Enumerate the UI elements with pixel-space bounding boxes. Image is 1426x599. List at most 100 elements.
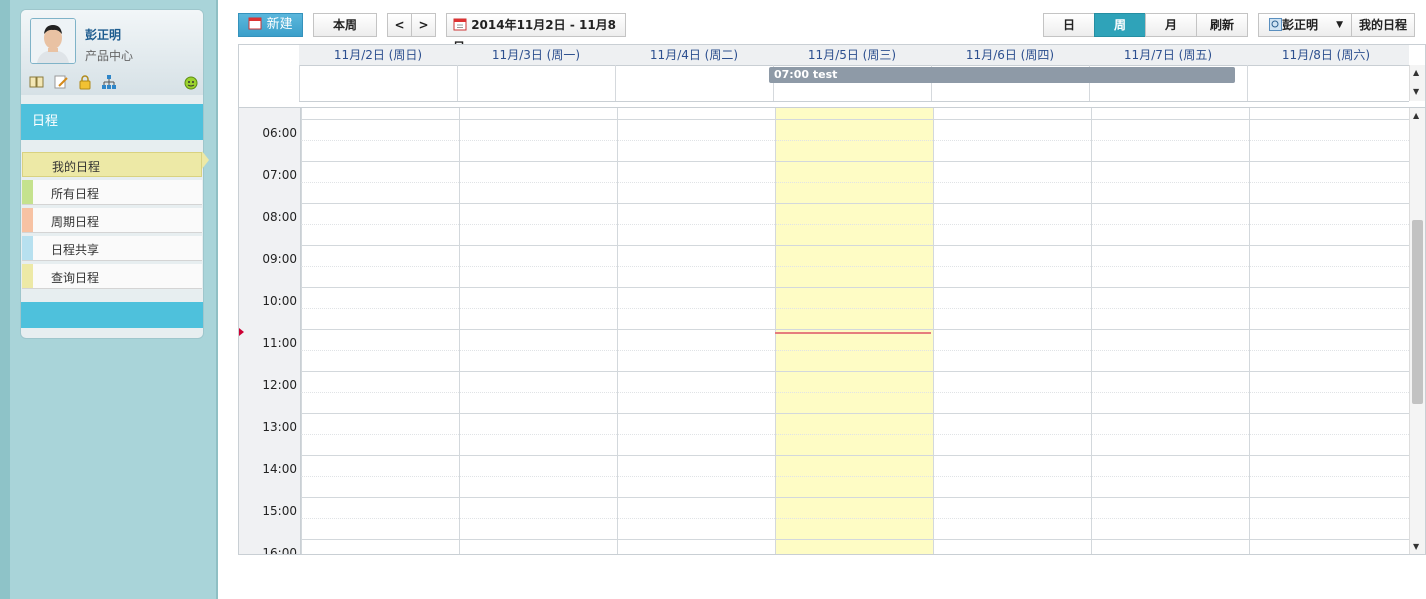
current-time-marker [239, 328, 244, 336]
hour-gridline [301, 119, 1409, 120]
hour-gridline [301, 455, 1409, 456]
sidebar-item-label: 我的日程 [52, 160, 101, 174]
sidebar-item-label: 周期日程 [51, 215, 100, 229]
day-header[interactable]: 11月/7日 (周五) [1089, 45, 1247, 65]
org-chart-icon[interactable] [101, 74, 117, 90]
date-range-picker[interactable]: 2014年11月2日 - 11月8日 [446, 13, 626, 54]
schedule-section-header[interactable]: 日程 [21, 104, 203, 140]
sidebar-item-label: 查询日程 [51, 271, 100, 285]
lock-icon[interactable] [77, 74, 93, 90]
current-time-line [775, 332, 931, 334]
sidebar-item-recurring-schedules[interactable]: 周期日程 [22, 208, 202, 233]
color-stripe [22, 264, 33, 288]
half-hour-gridline [301, 392, 1409, 393]
time-label: 12:00 [262, 378, 297, 392]
this-week-button[interactable]: 本周 [313, 13, 377, 37]
day-header[interactable]: 11月/4日 (周二) [615, 45, 773, 65]
week-calendar: 11月/2日 (周日) 11月/3日 (周一) 11月/4日 (周二) 11月/5日 … [238, 44, 1426, 555]
day-header[interactable]: 11月/3日 (周一) [457, 45, 615, 65]
all-day-scrollbar[interactable]: ▲ ▼ [1409, 65, 1425, 101]
day-column[interactable] [933, 108, 1091, 554]
hour-gridline [301, 413, 1409, 414]
hour-gridline [301, 245, 1409, 246]
sidebar-item-search-schedule[interactable]: 查询日程 [22, 264, 202, 289]
sidebar-item-label: 日程共享 [51, 243, 100, 257]
next-week-button[interactable]: > [411, 13, 436, 37]
hour-gridline [301, 329, 1409, 330]
sidebar-item-schedule-sharing[interactable]: 日程共享 [22, 236, 202, 261]
time-label: 16:00 [262, 546, 297, 555]
prev-week-button[interactable]: < [387, 13, 412, 37]
time-grid: 06:00 07:00 08:00 09:00 10:00 11:00 12:00 13:00… [239, 107, 1425, 555]
time-gutter: 06:00 07:00 08:00 09:00 10:00 11:00 12:00 13:00… [239, 108, 301, 555]
active-item-arrow [202, 151, 209, 169]
new-button-label: 新建 [266, 17, 293, 32]
day-column[interactable] [1091, 108, 1249, 554]
hour-gridline [301, 539, 1409, 540]
scroll-thumb[interactable] [1412, 220, 1423, 404]
half-hour-gridline [301, 140, 1409, 141]
color-stripe [22, 208, 33, 232]
view-month-button[interactable]: 月 [1145, 13, 1197, 37]
all-day-event[interactable]: 07:00 test [769, 67, 1235, 83]
vertical-scrollbar[interactable]: ▲ ▼ [1409, 108, 1425, 554]
all-day-cell[interactable] [299, 65, 457, 101]
time-label: 10:00 [262, 294, 297, 308]
time-label: 11:00 [262, 336, 297, 350]
scroll-down-icon[interactable]: ▼ [1413, 542, 1419, 551]
time-label: 14:00 [262, 462, 297, 476]
sidebar-item-all-schedules[interactable]: 所有日程 [22, 180, 202, 205]
day-header[interactable]: 11月/6日 (周四) [931, 45, 1089, 65]
user-name[interactable]: 彭正明 [85, 26, 121, 43]
scroll-up-icon[interactable]: ▲ [1413, 68, 1419, 77]
day-column[interactable] [1249, 108, 1407, 554]
sidebar-edge [0, 0, 10, 599]
view-day-button[interactable]: 日 [1043, 13, 1095, 37]
user-department: 产品中心 [85, 49, 134, 63]
hour-gridline [301, 161, 1409, 162]
day-column[interactable] [301, 108, 459, 554]
half-hour-gridline [301, 518, 1409, 519]
half-hour-gridline [301, 308, 1409, 309]
scroll-up-icon[interactable]: ▲ [1413, 111, 1419, 120]
day-column[interactable] [459, 108, 617, 554]
color-stripe [22, 236, 33, 260]
all-day-cell[interactable] [1247, 65, 1405, 101]
my-schedule-button[interactable]: 我的日程 [1351, 13, 1415, 37]
online-status-icon[interactable] [183, 74, 199, 90]
day-column[interactable] [617, 108, 775, 554]
all-day-cell[interactable] [457, 65, 615, 101]
avatar[interactable] [30, 18, 76, 64]
sidebar-item-my-schedule[interactable]: 我的日程 [22, 152, 202, 177]
scroll-down-icon[interactable]: ▼ [1413, 87, 1419, 96]
note-edit-icon[interactable] [53, 74, 69, 90]
calendar-new-icon [248, 17, 262, 30]
half-hour-gridline [301, 476, 1409, 477]
user-select-value: 彭正明 [1282, 18, 1319, 32]
time-label: 15:00 [262, 504, 297, 518]
half-hour-gridline [301, 224, 1409, 225]
user-select[interactable]: 彭正明 ▼ [1258, 13, 1352, 37]
view-week-button[interactable]: 周 [1094, 13, 1146, 37]
book-icon[interactable] [29, 74, 45, 90]
day-header[interactable]: 11月/8日 (周六) [1247, 45, 1405, 65]
time-label: 13:00 [262, 420, 297, 434]
refresh-button[interactable]: 刷新 [1196, 13, 1248, 37]
sidebar-panel: 彭正明 产品中心 日程 我的日程 所有日程 周期日程 日程共享 查询日程 [20, 9, 204, 339]
all-day-cell[interactable] [615, 65, 773, 101]
day-header-row: 11月/2日 (周日) 11月/3日 (周一) 11月/4日 (周二) 11月/5日 … [299, 45, 1409, 66]
new-button[interactable]: 新建 [238, 13, 303, 37]
half-hour-gridline [301, 350, 1409, 351]
half-hour-gridline [301, 266, 1409, 267]
day-header[interactable]: 11月/5日 (周三) [773, 45, 931, 65]
time-label: 08:00 [262, 210, 297, 224]
day-header[interactable]: 11月/2日 (周日) [299, 45, 457, 65]
time-label: 09:00 [262, 252, 297, 266]
time-label: 06:00 [262, 126, 297, 140]
sidebar: 彭正明 产品中心 日程 我的日程 所有日程 周期日程 日程共享 查询日程 [0, 0, 218, 599]
section-footer-bar [21, 302, 203, 328]
main-content: 新建 本周 < > 2014年11月2日 - 11月8日 日 周 月 刷新 彭正… [218, 0, 1426, 599]
half-hour-gridline [301, 182, 1409, 183]
chevron-down-icon: ▼ [1336, 20, 1343, 30]
user-search-icon [1269, 18, 1282, 31]
